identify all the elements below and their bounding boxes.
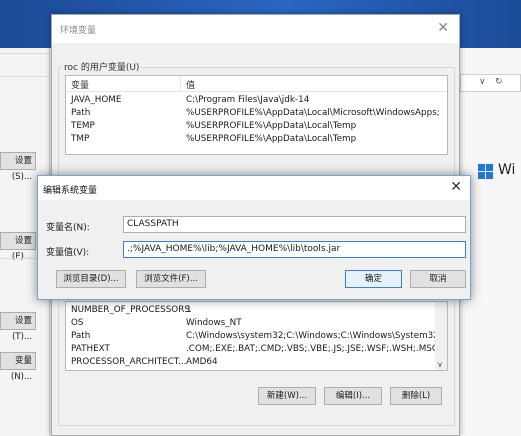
column-header-variable[interactable]: 变量 — [71, 78, 89, 91]
table-row[interactable]: Path C:\Windows\system32;C:\Windows;C:\W… — [66, 330, 447, 343]
var-name: JAVA_HOME — [71, 95, 122, 105]
var-value: %USERPROFILE%\AppData\Local\Microsoft\Wi… — [186, 108, 440, 118]
var-name: PATHEXT — [71, 344, 110, 354]
table-row[interactable]: PATHEXT .COM;.EXE;.BAT;.CMD;.VBS;.VBE;.J… — [66, 343, 447, 356]
table-row[interactable]: Path %USERPROFILE%\AppData\Local\Microso… — [66, 107, 447, 120]
user-variables-list[interactable]: 变量 值 JAVA_HOME C:\Program Files\Java\jdk… — [65, 75, 448, 155]
variable-name-field[interactable]: CLASSPATH — [123, 216, 466, 233]
user-list-header: 变量 值 — [66, 76, 447, 92]
table-row[interactable]: TEMP %USERPROFILE%\AppData\Local\Temp — [66, 120, 447, 133]
cancel-button[interactable]: 取消 — [410, 270, 466, 288]
table-row[interactable]: PROCESSOR_ARCHITECT... AMD64 — [66, 356, 447, 369]
edit-system-variable-dialog: 编辑系统变量 ✕ 变量名(N): CLASSPATH 变量值(V): .;%JA… — [37, 175, 471, 300]
var-value: %USERPROFILE%\AppData\Local\Temp — [186, 134, 357, 144]
bg-settings-button-1[interactable]: 设置(S)... — [0, 152, 36, 182]
variable-name-label: 变量名(N): — [46, 223, 90, 233]
user-variables-label: roc 的用户变量(U) — [62, 60, 142, 73]
var-name: TEMP — [71, 121, 95, 131]
ok-button[interactable]: 确定 — [345, 270, 402, 288]
browse-file-button[interactable]: 浏览文件(F)... — [136, 270, 206, 288]
bg-settings-button-2[interactable]: 设置(E)... — [0, 232, 36, 262]
windows-logo-icon — [478, 164, 494, 180]
var-name: PROCESSOR_ARCHITECT... — [71, 357, 187, 367]
var-name: NUMBER_OF_PROCESSORS — [71, 305, 190, 315]
var-name: Path — [71, 331, 91, 341]
var-value: C:\Windows\system32;C:\Windows;C:\Window… — [186, 331, 448, 341]
browse-directory-button[interactable]: 浏览目录(D)... — [56, 270, 126, 288]
bg-settings-button-3[interactable]: 设置(T)... — [0, 312, 36, 342]
chevron-down-icon[interactable]: ∨ — [437, 360, 443, 369]
edit-dialog-title: 编辑系统变量 — [43, 186, 98, 196]
var-name: TMP — [71, 134, 90, 144]
close-icon[interactable]: ✕ — [437, 20, 449, 36]
var-value: 1 — [186, 305, 192, 315]
env-dialog-title: 环境变量 — [60, 26, 97, 36]
var-value: Windows_NT — [186, 318, 242, 328]
variable-value-field[interactable]: .;%JAVA_HOME%\lib;%JAVA_HOME%\lib\tools.… — [123, 241, 466, 258]
var-value: AMD64 — [186, 357, 218, 367]
table-row[interactable]: TMP %USERPROFILE%\AppData\Local\Temp — [66, 133, 447, 146]
edit-dialog-titlebar[interactable]: 编辑系统变量 ✕ — [38, 176, 470, 200]
table-row[interactable]: JAVA_HOME C:\Program Files\Java\jdk-14 — [66, 94, 447, 107]
table-row[interactable]: NUMBER_OF_PROCESSORS 1 — [66, 304, 447, 317]
bg-variables-button[interactable]: 变量(N)... — [0, 352, 36, 382]
variable-value-label: 变量值(V): — [46, 248, 90, 258]
windows-brand-text: Wi — [498, 162, 516, 178]
close-icon[interactable]: ✕ — [450, 179, 462, 195]
var-value: %USERPROFILE%\AppData\Local\Temp — [186, 121, 357, 131]
table-row[interactable]: OS Windows_NT — [66, 317, 447, 330]
var-name: OS — [71, 318, 84, 328]
var-name: Path — [71, 108, 91, 118]
edit-button[interactable]: 编辑(I)... — [324, 387, 382, 405]
system-variables-list[interactable]: NUMBER_OF_PROCESSORS 1 OS Windows_NT Pat… — [65, 301, 448, 371]
chevron-down-icon[interactable]: ∨ — [479, 77, 486, 87]
scrollbar[interactable]: ∨ — [435, 302, 447, 370]
column-header-value[interactable]: 值 — [186, 78, 195, 91]
new-button[interactable]: 新建(W)... — [258, 387, 316, 405]
delete-button[interactable]: 删除(L) — [390, 387, 442, 405]
refresh-icon[interactable]: ↻ — [495, 77, 503, 87]
address-bar[interactable]: ∨ ↻ — [460, 74, 521, 92]
var-value: C:\Program Files\Java\jdk-14 — [186, 95, 310, 105]
var-value: .COM;.EXE;.BAT;.CMD;.VBS;.VBE;.JS;.JSE;.… — [186, 344, 439, 354]
env-dialog-titlebar[interactable]: 环境变量 ✕ — [52, 15, 459, 43]
